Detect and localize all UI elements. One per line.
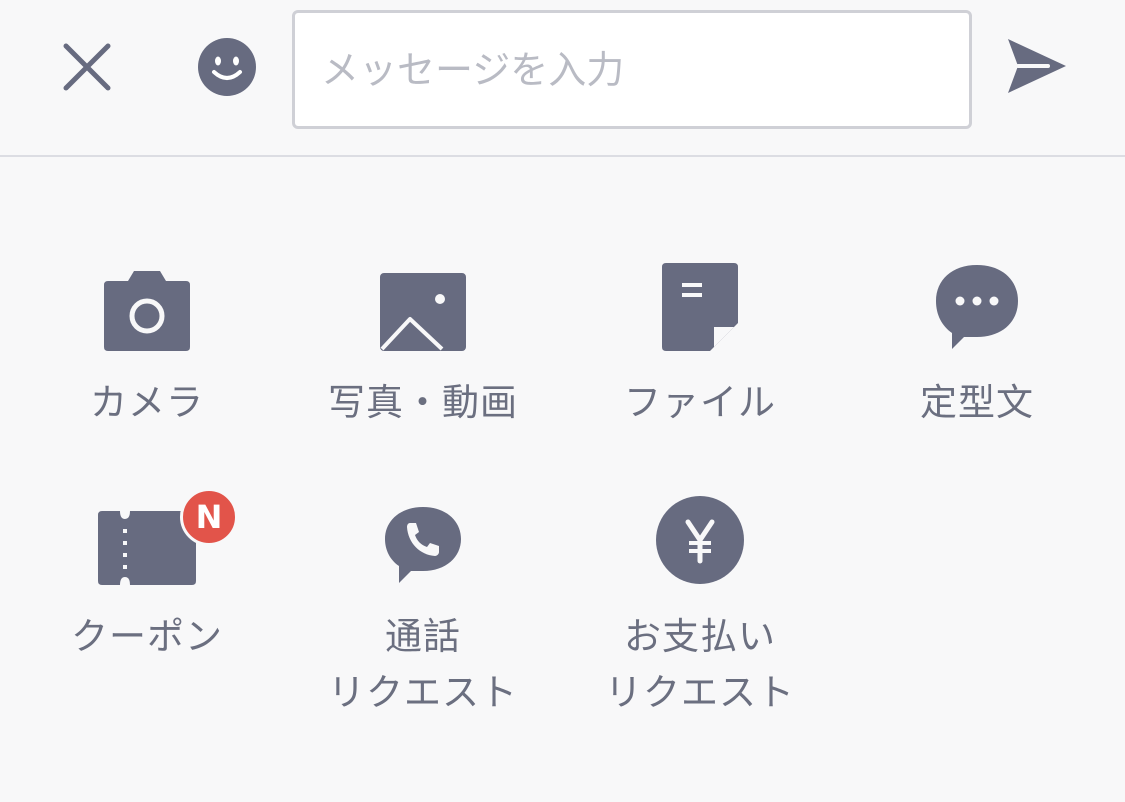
menu-icon-wrap [293,259,553,351]
menu-label: カメラ [90,381,204,424]
menu-item-camera[interactable]: カメラ [17,259,277,431]
send-button[interactable] [1004,36,1068,96]
send-icon [1008,39,1066,93]
menu-item-template-message[interactable]: 定型文 [847,259,1107,431]
menu-label: 通話 リクエスト [328,615,518,714]
message-composer-bar [0,0,1125,157]
smiley-icon [198,38,256,96]
menu-item-payment-request[interactable]: お支払い リクエスト [570,493,830,721]
menu-label: 定型文 [920,381,1034,424]
close-button[interactable] [56,38,118,100]
message-input[interactable] [292,10,972,129]
file-icon [662,263,738,351]
phone-bubble-icon [385,507,461,583]
menu-label: ファイル [624,381,776,424]
menu-label: クーポン [71,615,223,658]
menu-icon-wrap [847,259,1107,351]
menu-icon-wrap [570,493,830,585]
image-icon [380,273,466,351]
emoji-button[interactable] [196,36,258,98]
menu-item-call-request[interactable]: 通話 リクエスト [293,493,553,721]
menu-item-coupon[interactable]: クーポン [17,493,277,665]
menu-icon-wrap [17,259,277,351]
menu-item-photo-video[interactable]: 写真・動画 [293,259,553,431]
close-icon [63,43,111,91]
menu-label: お支払い リクエスト [605,615,795,714]
menu-item-file[interactable]: ファイル [570,259,830,431]
menu-icon-wrap [293,493,553,585]
menu-label: 写真・動画 [328,381,518,424]
new-badge: N [180,488,238,546]
camera-icon [104,271,190,351]
speech-bubble-dots-icon [936,265,1018,349]
menu-icon-wrap [570,259,830,351]
yen-coin-icon [656,496,744,584]
menu-icon-wrap [17,493,277,585]
